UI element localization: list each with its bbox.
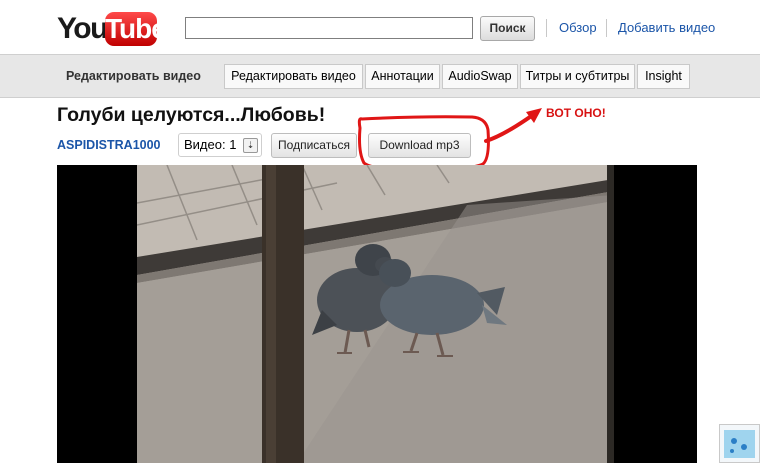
header-divider (546, 19, 547, 37)
annotation-text: ВОТ ОНО! (546, 106, 606, 120)
tab-annotations[interactable]: Аннотации (365, 64, 440, 89)
upload-video-link[interactable]: Добавить видео (618, 20, 715, 35)
video-count-select[interactable]: Видео: 1 ⇣ (178, 133, 262, 157)
video-frame (137, 165, 614, 463)
video-count-label: Видео: 1 (184, 137, 237, 152)
logo-tube-box: Tube (105, 12, 167, 46)
download-mp3-button[interactable]: Download mp3 (368, 133, 471, 158)
tab-insight[interactable]: Insight (637, 64, 690, 89)
logo-you-text: You (57, 12, 108, 45)
tab-captions[interactable]: Титры и субтитры (520, 64, 635, 89)
video-title: Голуби целуются...Любовь! (57, 104, 326, 126)
chevron-down-icon: ⇣ (243, 138, 258, 153)
logo-tube-text: Tube (105, 13, 167, 44)
subscribe-button[interactable]: Подписаться (271, 133, 357, 158)
edit-bar-label: Редактировать видео (66, 69, 201, 83)
tab-edit-video[interactable]: Редактировать видео (224, 64, 363, 89)
browse-link[interactable]: Обзор (559, 20, 597, 35)
thumbnail-image (724, 430, 755, 458)
red-arrow-icon (484, 110, 539, 143)
corner-thumbnail[interactable] (719, 424, 760, 463)
video-scene (137, 165, 614, 463)
edit-video-bar: Редактировать видео Редактировать видео … (0, 54, 760, 98)
header-divider (606, 19, 607, 37)
search-button[interactable]: Поиск (480, 16, 535, 41)
video-player[interactable] (57, 165, 697, 463)
red-arrow-head (526, 108, 542, 123)
channel-link[interactable]: ASPIDISTRA1000 (57, 138, 161, 152)
search-input[interactable] (185, 17, 473, 39)
tab-audioswap[interactable]: AudioSwap (442, 64, 518, 89)
